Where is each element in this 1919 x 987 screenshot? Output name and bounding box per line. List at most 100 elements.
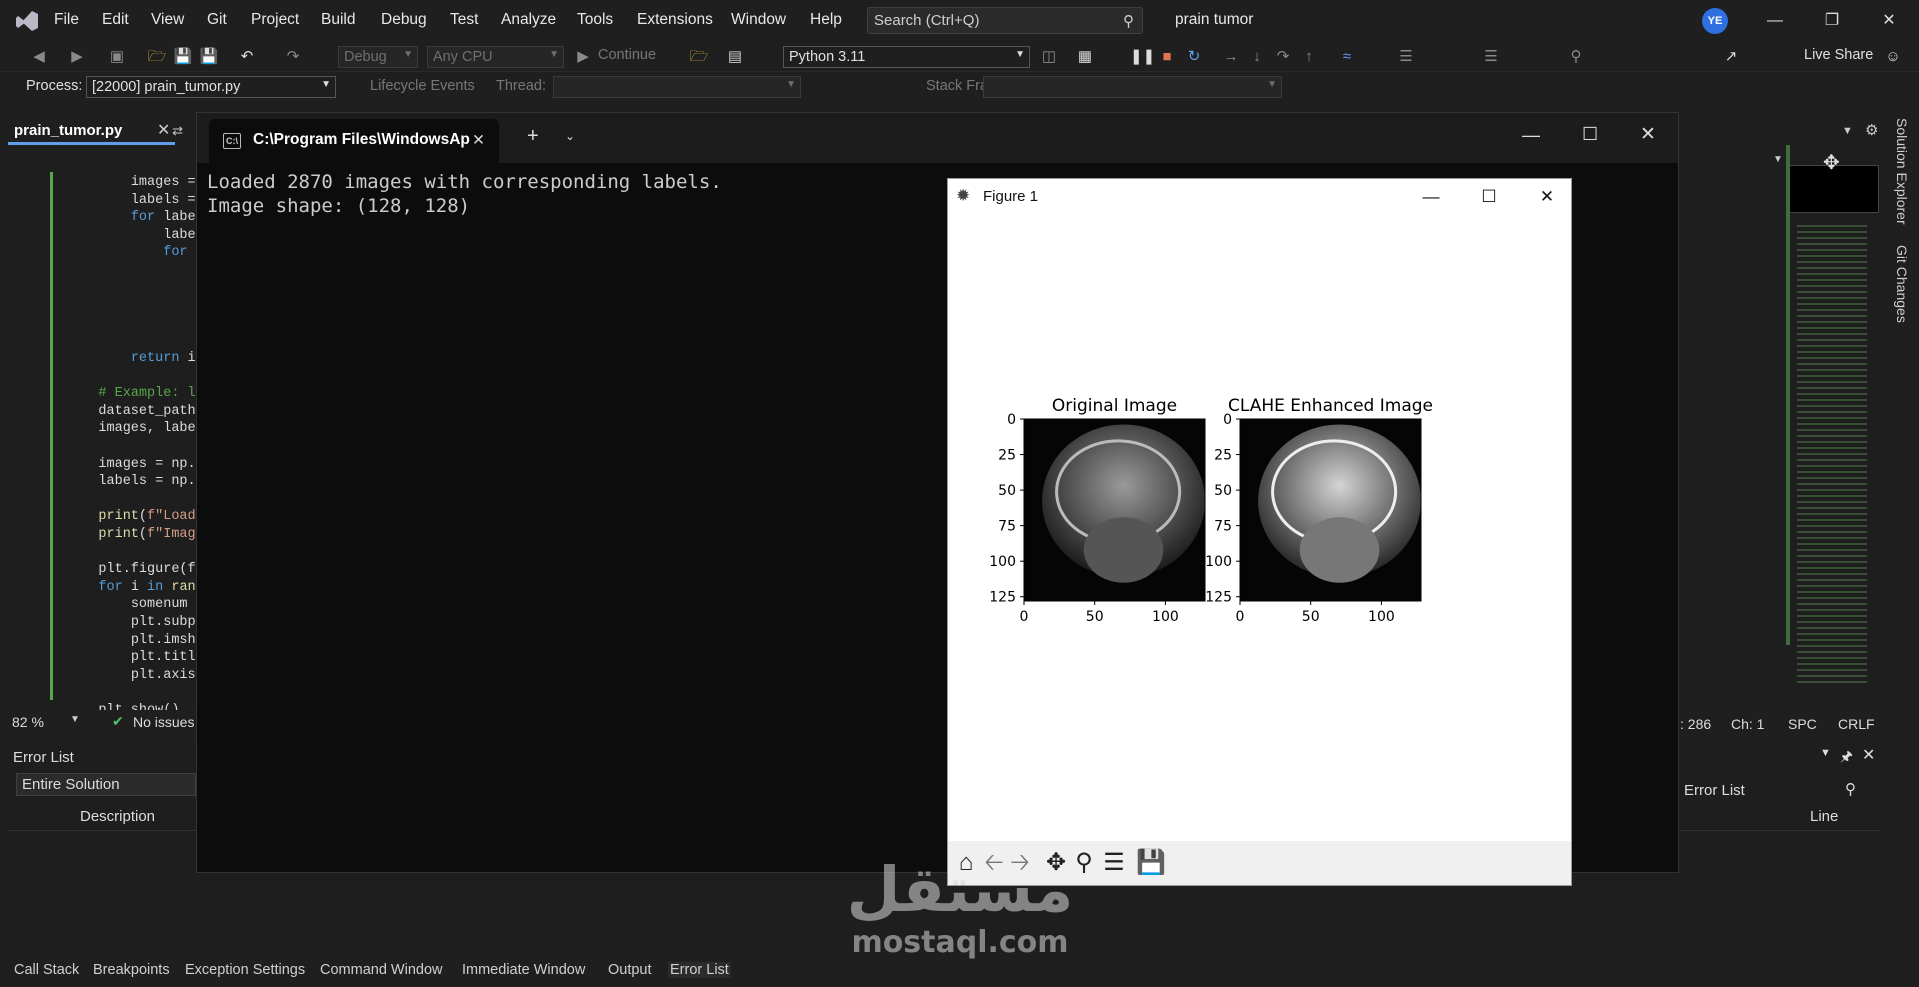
figure-minimize-button[interactable]: — xyxy=(1408,183,1454,211)
code-minimap[interactable] xyxy=(1787,145,1882,705)
forward-icon[interactable]: ▶ xyxy=(66,46,88,68)
menu-file[interactable]: File xyxy=(54,11,79,29)
save-icon[interactable]: 💾 xyxy=(172,46,194,68)
figure-maximize-button[interactable]: ☐ xyxy=(1466,183,1512,211)
git-changes-tab[interactable]: Git Changes xyxy=(1894,245,1910,323)
back-icon[interactable]: ◀ xyxy=(28,46,50,68)
menu-window[interactable]: Window xyxy=(731,11,786,29)
zoom-level[interactable]: 82 % xyxy=(12,714,44,730)
matplotlib-figure-window[interactable]: ✹ Figure 1 — ☐ ✕ Original Image 0 50 100 0 25… xyxy=(947,178,1572,886)
terminal-close-icon[interactable]: ✕ xyxy=(1640,123,1656,146)
tab-dropdown-icon[interactable]: ⌄ xyxy=(565,129,575,143)
menu-tools[interactable]: Tools xyxy=(577,11,613,29)
window-layout-icon[interactable]: ▦ xyxy=(1074,46,1096,68)
stop-icon[interactable]: ■ xyxy=(1156,46,1178,68)
configuration-select[interactable]: Debug ▼ xyxy=(338,46,418,68)
live-share-button[interactable]: Live Share xyxy=(1804,47,1873,63)
menu-help[interactable]: Help xyxy=(810,11,842,29)
tab-close-icon[interactable]: ✕ xyxy=(157,120,170,140)
live-share-icon[interactable]: ↗ xyxy=(1720,46,1742,68)
issues-status[interactable]: No issues xyxy=(133,714,194,730)
diagnostics-icon[interactable]: ≈ xyxy=(1336,46,1358,68)
menu-view[interactable]: View xyxy=(151,11,184,29)
platform-select[interactable]: Any CPU ▼ xyxy=(427,46,564,68)
error-list-search[interactable]: Error List xyxy=(1684,782,1745,799)
lifecycle-events-button[interactable]: Lifecycle Events xyxy=(370,78,475,94)
terminal-tab-close-icon[interactable]: ✕ xyxy=(472,131,485,150)
tab-call-stack[interactable]: Call Stack xyxy=(14,962,79,978)
layout-icon[interactable]: ▤ xyxy=(724,46,746,68)
restore-button[interactable]: ❐ xyxy=(1812,8,1852,34)
menu-test[interactable]: Test xyxy=(450,11,478,29)
menu-debug[interactable]: Debug xyxy=(381,11,427,29)
save-all-icon[interactable]: 💾 xyxy=(198,46,220,68)
settings-gear-icon[interactable]: ⚙ xyxy=(1865,121,1878,139)
matplotlib-logo-icon: ✹ xyxy=(956,186,971,205)
pin-panel-icon[interactable]: 🖈 xyxy=(1840,746,1853,770)
panel-dropdown-icon[interactable]: ▼ xyxy=(1820,747,1831,759)
tab-immediate-window[interactable]: Immediate Window xyxy=(462,962,585,978)
whitespace-mode[interactable]: SPC xyxy=(1788,716,1817,732)
console-icon: C:\ xyxy=(223,133,241,149)
minimize-button[interactable]: — xyxy=(1755,8,1795,34)
pause-icon[interactable]: ❚❚ xyxy=(1130,46,1155,68)
open-folder-icon[interactable]: 🗁 xyxy=(146,46,168,68)
solution-explorer-tab[interactable]: Solution Explorer xyxy=(1894,118,1910,225)
navigation-dropdown-icon[interactable]: ▼ xyxy=(1773,154,1783,165)
editor-tab-prain-tumor[interactable]: prain_tumor.py ⇄ xyxy=(8,118,183,145)
new-project-icon[interactable]: ▣ xyxy=(106,46,128,68)
tab-error-list[interactable]: Error List xyxy=(668,962,731,978)
close-panel-icon[interactable]: ✕ xyxy=(1862,745,1875,765)
stack-frame-select[interactable]: ▼ xyxy=(983,76,1282,98)
format-icon[interactable]: ☰ xyxy=(1480,46,1502,68)
line-endings[interactable]: CRLF xyxy=(1838,716,1875,732)
description-column-header[interactable]: Description xyxy=(80,808,155,825)
window-dropdown-icon[interactable]: ▼ xyxy=(1842,125,1853,137)
step-into-icon[interactable]: ↓ xyxy=(1246,46,1268,68)
python-environment-select[interactable]: Python 3.11 ▼ xyxy=(783,46,1030,68)
line-column-header[interactable]: Line xyxy=(1810,808,1838,825)
menu-extensions[interactable]: Extensions xyxy=(637,11,713,29)
thread-select[interactable]: ▼ xyxy=(553,76,801,98)
continue-button[interactable]: Continue xyxy=(598,47,656,63)
zoom-dropdown-icon[interactable]: ▼ xyxy=(70,714,80,725)
avatar[interactable]: YE xyxy=(1702,8,1728,34)
tab-output[interactable]: Output xyxy=(608,962,652,978)
code-editor[interactable]: images = [] labels = [] for label in lab… xyxy=(0,168,198,710)
zoom-icon[interactable]: ⚲ xyxy=(1565,46,1587,68)
configure-subplots-icon[interactable]: ☰ xyxy=(1100,849,1128,877)
environment-icon[interactable]: ◫ xyxy=(1038,46,1060,68)
terminal-tab[interactable]: C:\ C:\Program Files\WindowsAp ✕ xyxy=(209,119,499,163)
step-over-icon[interactable]: ↷ xyxy=(1272,46,1294,68)
search-icon[interactable]: ⚲ xyxy=(1845,780,1856,798)
menu-build[interactable]: Build xyxy=(321,11,355,29)
restart-icon[interactable]: ↻ xyxy=(1183,46,1205,68)
tab-exception-settings[interactable]: Exception Settings xyxy=(185,962,305,978)
close-button[interactable]: ✕ xyxy=(1869,8,1909,34)
save-figure-icon[interactable]: 💾 xyxy=(1136,849,1166,877)
continue-icon[interactable]: ▶ xyxy=(572,46,594,68)
menu-project[interactable]: Project xyxy=(251,11,299,29)
menu-edit[interactable]: Edit xyxy=(102,11,129,29)
folder-icon[interactable]: 🗁 xyxy=(688,46,710,68)
pin-icon[interactable]: ⇄ xyxy=(172,123,183,139)
search-input[interactable]: Search (Ctrl+Q) ⚲ xyxy=(867,7,1143,34)
terminal-maximize-icon[interactable]: ☐ xyxy=(1582,124,1598,145)
terminal-minimize-icon[interactable]: — xyxy=(1522,125,1540,146)
tab-breakpoints[interactable]: Breakpoints xyxy=(93,962,170,978)
menu-analyze[interactable]: Analyze xyxy=(501,11,556,29)
figure-close-button[interactable]: ✕ xyxy=(1524,183,1570,211)
undo-icon[interactable]: ↶ xyxy=(236,46,258,68)
menu-git[interactable]: Git xyxy=(207,11,227,29)
feedback-icon[interactable]: ☺ xyxy=(1882,46,1904,68)
tab-command-window[interactable]: Command Window xyxy=(320,962,443,978)
redo-icon[interactable]: ↷ xyxy=(282,46,304,68)
show-next-statement-icon[interactable]: → xyxy=(1220,46,1242,68)
align-icon[interactable]: ☰ xyxy=(1395,46,1417,68)
figure-canvas[interactable]: Original Image 0 50 100 0 25 50 75 100 125 CLAHE E… xyxy=(948,215,1571,841)
split-editor-icon[interactable]: ✥ xyxy=(1823,150,1840,175)
new-tab-icon[interactable]: + xyxy=(527,125,539,148)
scope-select[interactable]: Entire Solution xyxy=(16,773,196,796)
process-select[interactable]: [22000] prain_tumor.py ▼ xyxy=(86,76,336,98)
step-out-icon[interactable]: ↑ xyxy=(1298,46,1320,68)
